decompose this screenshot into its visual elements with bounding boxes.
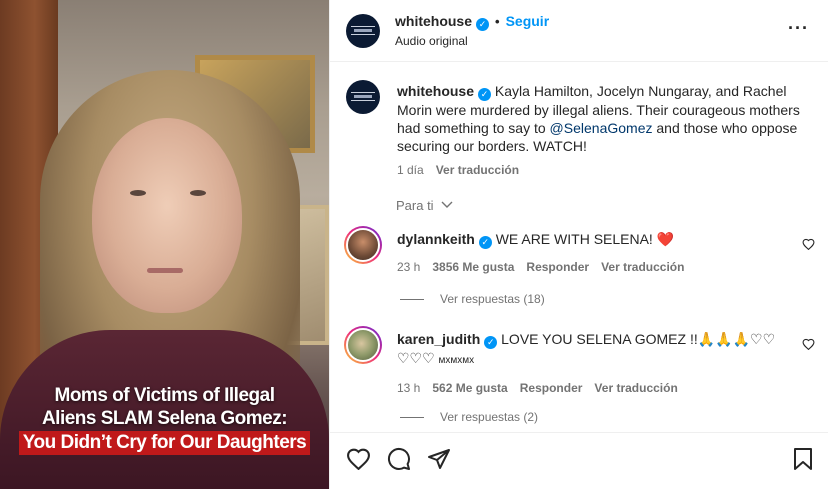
comment-avatar[interactable] (344, 226, 382, 264)
comment-filter-label: Para ti (396, 198, 434, 213)
comment-text: LOVE YOU SELENA GOMEZ !! (501, 331, 698, 347)
translate-button[interactable]: Ver traducción (601, 260, 684, 274)
verified-icon: ✓ (476, 18, 490, 31)
post-caption: whitehouse ✓ Kayla Hamilton, Jocelyn Nung… (397, 82, 807, 179)
post-time[interactable]: 1 día (397, 163, 424, 177)
post-media[interactable]: Moms of Victims of Illegal Aliens SLAM S… (0, 0, 329, 489)
more-options-icon[interactable]: ··· (788, 18, 809, 39)
comment-likes[interactable]: 3856 Me gusta (432, 260, 514, 274)
separator-dot: • (495, 14, 500, 29)
header-username[interactable]: whitehouse (395, 13, 472, 29)
verified-icon: ✓ (478, 88, 492, 101)
comment-body: dylannkeith ✓ WE ARE WITH SELENA! ❤️ 23 h… (397, 230, 782, 276)
view-replies-label: Ver respuestas (18) (440, 292, 545, 306)
comment-meta: 23 h 3856 Me gusta Responder Ver traducción (397, 258, 782, 276)
person-face (92, 118, 242, 313)
verified-icon: ✓ (478, 236, 492, 249)
post-username[interactable]: whitehouse (397, 83, 474, 99)
reply-button[interactable]: Responder (526, 260, 589, 274)
whitehouse-logo-icon (351, 26, 375, 35)
mention-link[interactable]: @SelenaGomez (550, 120, 653, 136)
person-mouth (147, 268, 183, 273)
comment-username[interactable]: karen_judith (397, 331, 480, 347)
post-header: whitehouse ✓ • Seguir Audio original ··· (330, 0, 828, 62)
comment-bubble-icon[interactable] (387, 447, 411, 471)
chevron-down-icon (441, 201, 453, 208)
replies-line (400, 416, 424, 418)
video-caption: Moms of Victims of Illegal Aliens SLAM S… (0, 384, 329, 455)
person-eye (130, 190, 146, 196)
comment-filter[interactable]: Para ti (396, 198, 453, 213)
comment-body: karen_judith ✓ LOVE YOU SELENA GOMEZ !!🙏🙏… (397, 330, 782, 397)
like-comment-icon[interactable] (802, 238, 815, 250)
like-comment-icon[interactable] (802, 338, 815, 350)
view-replies-button[interactable]: Ver respuestas (2) (400, 410, 538, 424)
comment-time[interactable]: 23 h (397, 260, 420, 274)
post-panel: whitehouse ✓ • Seguir Audio original ··· wh… (329, 0, 828, 489)
comment-text: WE ARE WITH SELENA! (495, 231, 657, 247)
comment-avatar[interactable] (344, 326, 382, 364)
audio-label[interactable]: Audio original (395, 34, 468, 48)
view-replies-button[interactable]: Ver respuestas (18) (400, 292, 545, 306)
video-caption-highlight: You Didn’t Cry for Our Daughters (18, 431, 311, 455)
video-caption-line: Aliens SLAM Selena Gomez: (41, 408, 288, 429)
comment-meta: 13 h 562 Me gusta Responder Ver traducción (397, 379, 782, 397)
comment-suffix: ᴍxᴍxᴍx (438, 355, 475, 366)
reply-button[interactable]: Responder (520, 381, 583, 395)
post-meta: 1 día Ver traducción (397, 161, 807, 179)
like-heart-icon[interactable] (346, 447, 371, 470)
whitehouse-logo-icon (351, 92, 375, 101)
person-eye (190, 190, 206, 196)
verified-icon: ✓ (484, 336, 498, 349)
comment-time[interactable]: 13 h (397, 381, 420, 395)
follow-button[interactable]: Seguir (506, 13, 550, 29)
avatar-image (346, 328, 380, 362)
video-caption-line: Moms of Victims of Illegal (54, 385, 275, 406)
header-user-line: whitehouse ✓ • Seguir (395, 13, 549, 31)
comment-username[interactable]: dylannkeith (397, 231, 475, 247)
translate-button[interactable]: Ver traducción (594, 381, 677, 395)
avatar[interactable] (346, 14, 380, 48)
replies-line (400, 298, 424, 300)
avatar-image (346, 228, 380, 262)
red-heart-emoji: ❤️ (656, 231, 675, 247)
comment-likes[interactable]: 562 Me gusta (432, 381, 507, 395)
translate-button[interactable]: Ver traducción (436, 163, 519, 177)
view-replies-label: Ver respuestas (2) (440, 410, 539, 424)
avatar[interactable] (346, 80, 380, 114)
save-bookmark-icon[interactable] (793, 447, 813, 471)
comments-scroll-area[interactable]: whitehouse ✓ Kayla Hamilton, Jocelyn Nung… (330, 62, 828, 432)
action-bar (330, 432, 828, 489)
share-paper-plane-icon[interactable] (427, 447, 451, 471)
